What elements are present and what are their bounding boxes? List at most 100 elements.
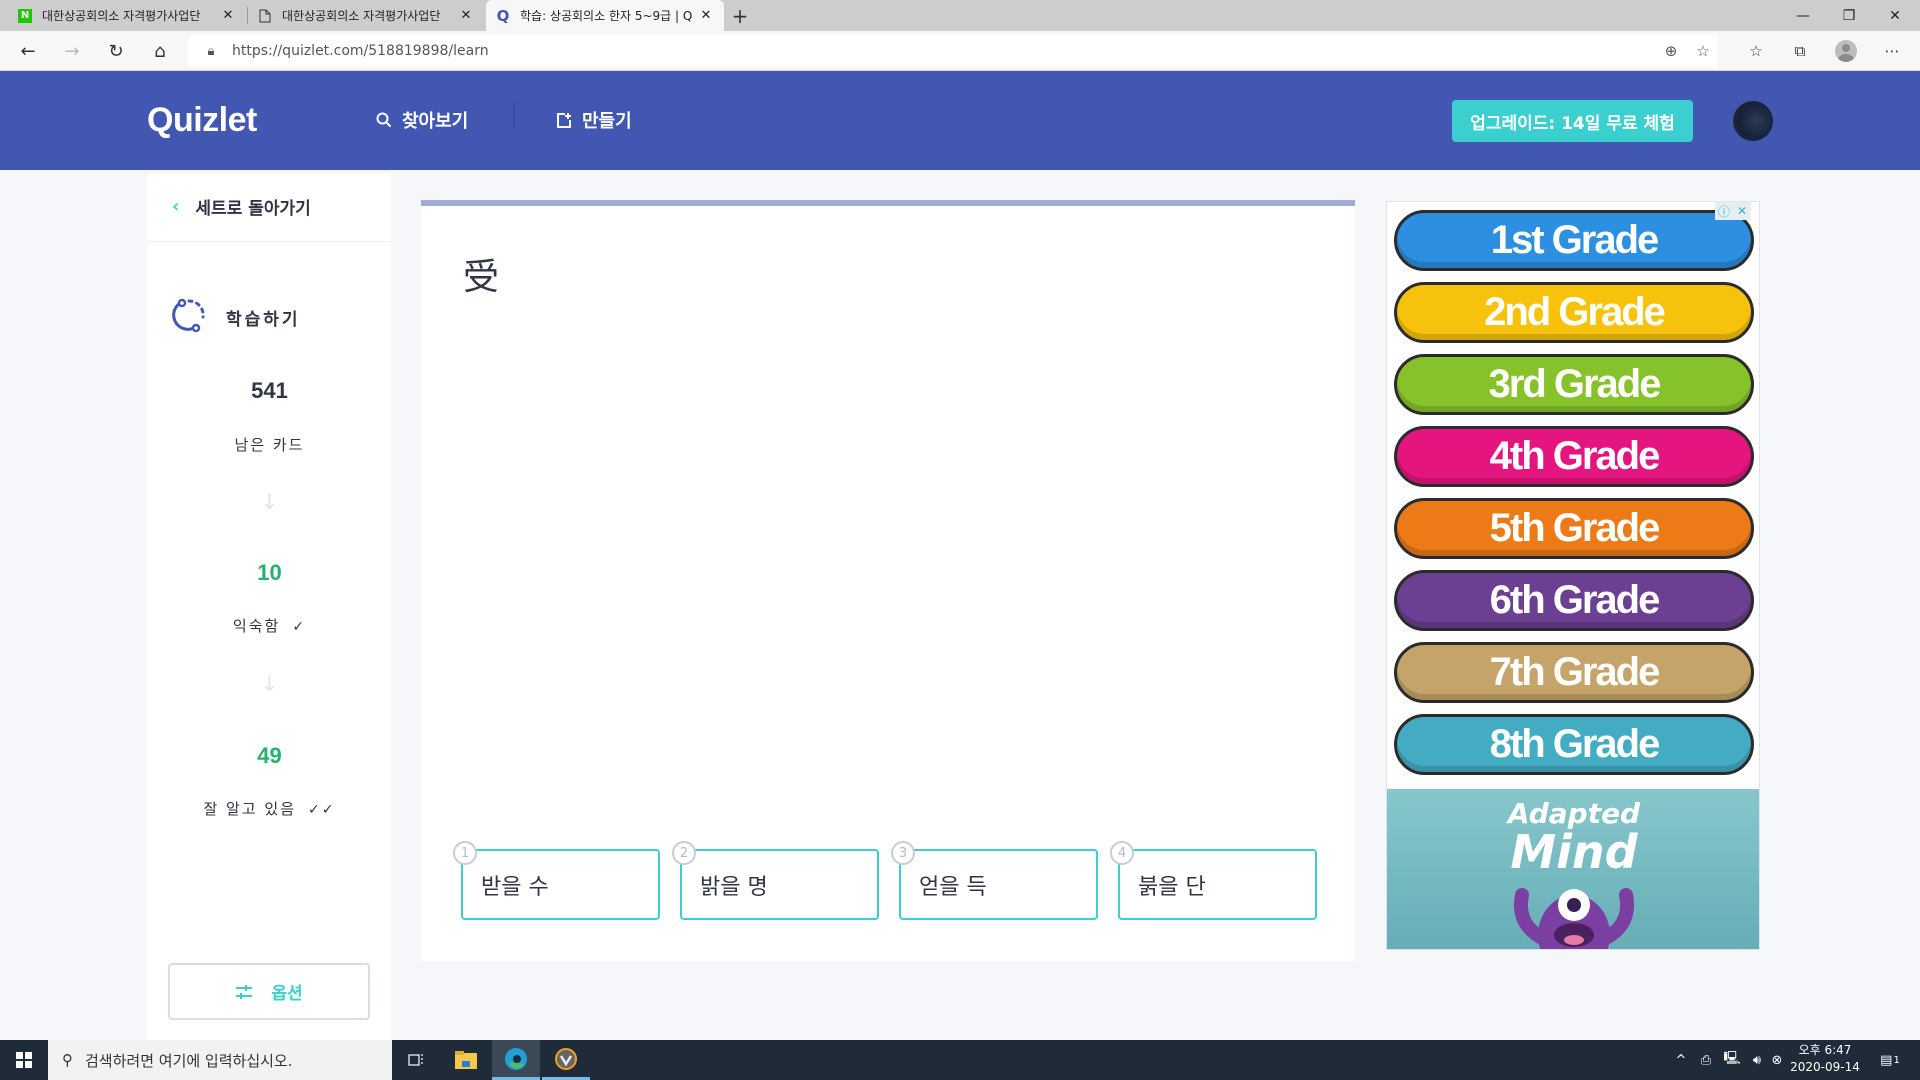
ad-grade-button[interactable]: 7th Grade [1394, 642, 1754, 703]
ad-grade-button[interactable]: 4th Grade [1394, 426, 1754, 487]
lock-icon: 🔒︎ [207, 43, 215, 59]
familiar-label-text: 익숙함 [232, 617, 281, 635]
search-placeholder: 검색하려면 여기에 입력하십시오. [85, 1051, 293, 1070]
adaptedmind-banner[interactable]: Adapted Mind [1387, 789, 1759, 949]
add-favorite-icon[interactable]: ☆ [1688, 35, 1718, 67]
windows-taskbar: ⚲ 검색하려면 여기에 입력하십시오. ^ ⎙ 🖳︎ 🔊︎ ⊗ 오후 6:47 … [0, 1040, 1920, 1080]
edge-icon [505, 1047, 527, 1070]
taskbar-search[interactable]: ⚲ 검색하려면 여기에 입력하십시오. [48, 1040, 392, 1080]
favorites-icon[interactable]: ☆ [1738, 31, 1774, 71]
ad-grade-button[interactable]: 3rd Grade [1394, 354, 1754, 415]
answer-option-2[interactable]: 2 밝을 명 [672, 841, 879, 920]
upgrade-button[interactable]: 업그레이드: 14일 무료 체험 [1452, 100, 1693, 142]
advertisement[interactable]: 1st Grade 2nd Grade 3rd Grade 4th Grade 5th … [1386, 201, 1760, 950]
remaining-label: 남은 카드 [148, 434, 391, 455]
volume-icon[interactable]: 🔊︎ [1746, 1040, 1768, 1080]
forward-button[interactable]: → [54, 31, 90, 71]
browser-tab-3[interactable]: Q 학습: 상공회의소 한자 5~9급 | Q ✕ [486, 0, 724, 31]
learn-mode-icon [172, 297, 208, 337]
ad-close-icon[interactable]: ✕ [1733, 202, 1751, 220]
ad-grade-button[interactable]: 5th Grade [1394, 498, 1754, 559]
options-label: 옵션 [271, 984, 303, 1004]
familiar-label: 익숙함 ✓ [148, 615, 391, 636]
new-tab-button[interactable]: + [728, 0, 752, 31]
clock-time: 오후 6:47 [1798, 1043, 1852, 1057]
file-explorer-app[interactable] [442, 1040, 490, 1080]
back-to-set-label: 세트로 돌아가기 [195, 199, 311, 219]
answer-option-3[interactable]: 3 얻을 득 [891, 841, 1098, 920]
ad-grade-button[interactable]: 1st Grade [1394, 210, 1754, 271]
tab-title: 학습: 상공회의소 한자 5~9급 | Q [520, 9, 692, 23]
monster-mascot-icon [1514, 888, 1634, 949]
tab-title: 대한상공회의소 자격평가사업단 [42, 9, 201, 23]
ad-grade-button[interactable]: 8th Grade [1394, 714, 1754, 775]
collections-icon[interactable]: ⧉ [1782, 31, 1818, 71]
answer-text: 붉을 단 [1138, 874, 1206, 900]
url-bar[interactable]: 🔒︎ https://quizlet.com/518819898/learn ⊕… [188, 35, 1718, 67]
ad-info-icon[interactable]: ⓘ [1715, 202, 1733, 220]
windows-logo-icon [16, 1052, 32, 1068]
tab-title: 대한상공회의소 자격평가사업단 [282, 9, 441, 23]
option-number-badge: 1 [453, 841, 477, 865]
arrow-down-icon: ↓ [260, 490, 279, 515]
page-icon [258, 9, 272, 23]
answer-text: 밝을 명 [700, 874, 768, 900]
url-text[interactable]: https://quizlet.com/518819898/learn [232, 43, 489, 59]
refresh-button[interactable]: ↻ [98, 31, 134, 71]
mastered-label-text: 잘 알고 있음 [203, 800, 297, 818]
minimize-button[interactable]: — [1780, 0, 1826, 31]
search-icon [376, 112, 392, 128]
home-button[interactable]: ⌂ [142, 31, 178, 71]
clock-date: 2020-09-14 [1790, 1060, 1860, 1074]
notification-icon: ▤ [1880, 1052, 1893, 1068]
quizlet-icon: Q [496, 6, 510, 25]
address-toolbar: ← → ↻ ⌂ 🔒︎ https://quizlet.com/518819898… [0, 31, 1920, 71]
nav-browse-label: 찾아보기 [402, 111, 469, 132]
system-clock[interactable]: 오후 6:47 2020-09-14 [1784, 1042, 1866, 1076]
mastered-count: 49 [257, 743, 282, 768]
profile-icon[interactable] [1828, 31, 1864, 71]
browser-tab-1[interactable]: N 대한상공회의소 자격평가사업단 ✕ [8, 0, 246, 31]
check-icon: ✓ [292, 619, 307, 635]
user-avatar[interactable] [1733, 101, 1773, 141]
ad-grade-button[interactable]: 6th Grade [1394, 570, 1754, 631]
back-to-set-link[interactable]: ‹ 세트로 돌아가기 [148, 172, 391, 242]
close-tab-icon[interactable]: ✕ [458, 8, 474, 23]
task-view-icon [408, 1054, 423, 1066]
answer-option-4[interactable]: 4 붉을 단 [1110, 841, 1317, 920]
task-view-button[interactable] [392, 1040, 440, 1080]
edge-browser-app[interactable] [492, 1040, 540, 1080]
create-icon [556, 112, 572, 128]
option-number-badge: 2 [672, 841, 696, 865]
ad-grade-button[interactable]: 2nd Grade [1394, 282, 1754, 343]
search-icon: ⚲ [62, 1051, 73, 1069]
close-window-button[interactable]: ✕ [1872, 0, 1918, 31]
close-tab-icon[interactable]: ✕ [698, 8, 714, 23]
overwatch-app[interactable] [542, 1040, 590, 1080]
remaining-label-text: 남은 카드 [234, 436, 305, 454]
nav-create-label: 만들기 [582, 111, 632, 132]
answer-text: 얻을 득 [919, 874, 987, 900]
action-center-button[interactable]: ▤ 1 [1870, 1040, 1910, 1080]
browser-tab-2[interactable]: 대한상공회의소 자격평가사업단 ✕ [248, 0, 484, 31]
nav-create[interactable]: 만들기 [556, 107, 632, 133]
nav-divider [513, 102, 515, 128]
answer-option-1[interactable]: 1 받을 수 [453, 841, 660, 920]
zoom-icon[interactable]: ⊕ [1656, 35, 1686, 67]
restore-button[interactable]: ❐ [1826, 0, 1872, 31]
more-menu-icon[interactable]: ⋯ [1874, 31, 1910, 71]
question-card: 受 1 받을 수 2 밝을 명 3 얻을 득 4 붉을 단 [421, 200, 1355, 961]
network-icon[interactable]: 🖳︎ [1720, 1040, 1744, 1080]
sliders-icon [235, 984, 253, 1000]
learn-mode-label: 학습하기 [226, 309, 301, 330]
quizlet-logo[interactable]: Quizlet [147, 101, 257, 140]
nav-browse[interactable]: 찾아보기 [376, 107, 468, 133]
options-button[interactable]: 옵션 [168, 963, 370, 1020]
back-button[interactable]: ← [10, 31, 46, 71]
close-tab-icon[interactable]: ✕ [220, 8, 236, 23]
progress-bar [421, 200, 1355, 206]
show-hidden-icons[interactable]: ^ [1670, 1040, 1692, 1080]
update-notification-icon[interactable]: ⎙ [1694, 1040, 1718, 1080]
notification-count-badge: 1 [1893, 1054, 1900, 1066]
start-button[interactable] [0, 1040, 48, 1080]
